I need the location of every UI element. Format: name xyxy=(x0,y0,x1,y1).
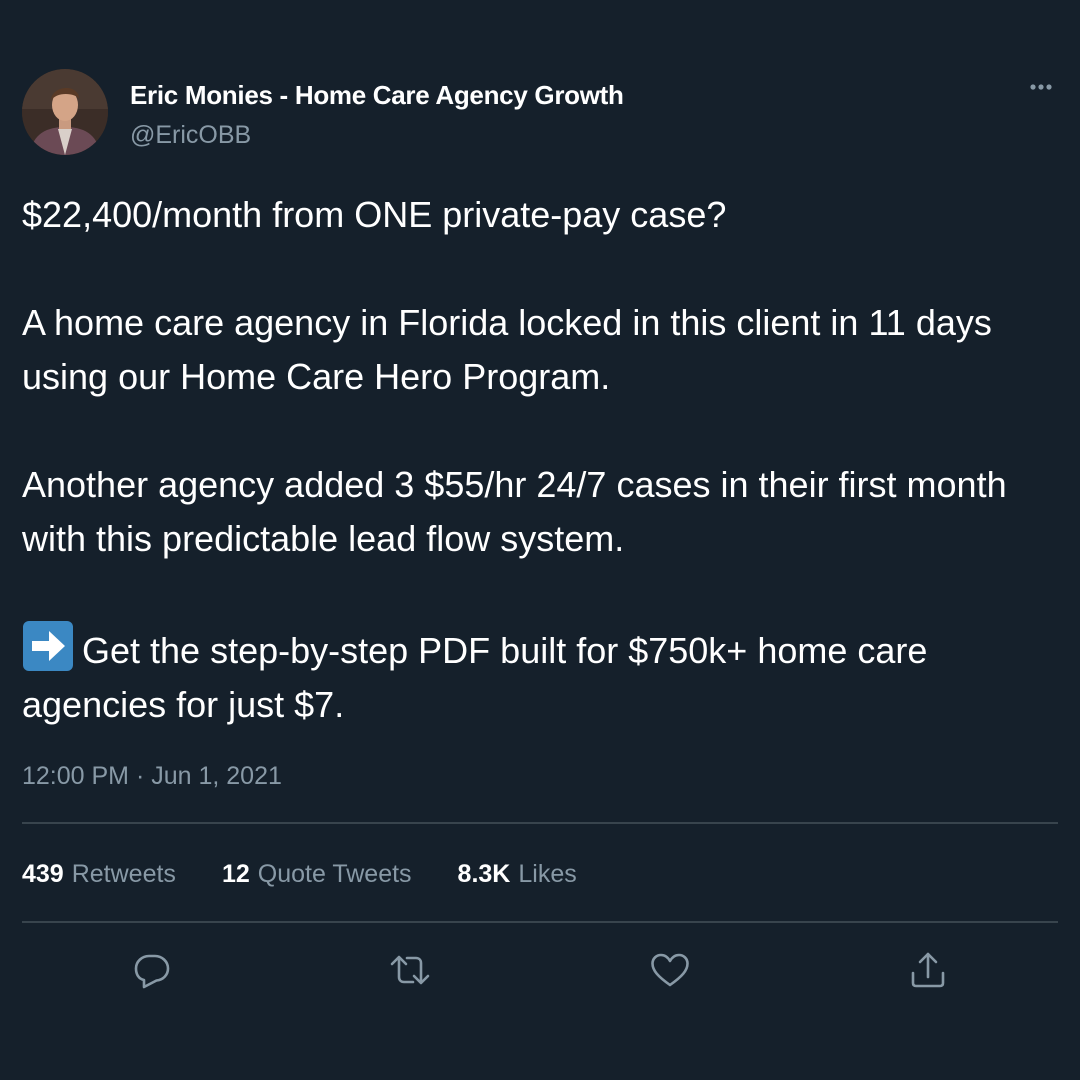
share-button[interactable] xyxy=(906,948,950,992)
quote-tweets-label: Quote Tweets xyxy=(257,860,412,888)
heart-icon xyxy=(651,953,689,987)
more-options-button[interactable] xyxy=(1020,72,1060,102)
divider xyxy=(22,921,1058,923)
right-arrow-emoji-icon xyxy=(23,621,73,671)
quote-tweets-stat[interactable]: 12 Quote Tweets xyxy=(222,860,412,889)
retweet-icon xyxy=(390,955,430,985)
likes-count: 8.3K xyxy=(457,860,511,888)
retweets-label: Retweets xyxy=(71,860,176,888)
reply-button[interactable] xyxy=(130,948,174,992)
share-icon xyxy=(911,952,945,988)
tweet-cta: Get the step-by-step PDF built for $750k… xyxy=(22,620,1062,732)
ellipsis-icon xyxy=(1030,84,1052,90)
reply-icon xyxy=(134,954,170,989)
quote-tweets-count: 12 xyxy=(221,860,250,888)
profile-photo-icon xyxy=(22,69,108,155)
retweets-stat[interactable]: 439 Retweets xyxy=(22,860,176,889)
avatar[interactable] xyxy=(22,69,108,155)
tweet-paragraph: Another agency added 3 $55/hr 24/7 cases… xyxy=(22,464,1007,559)
author-name[interactable]: Eric Monies - Home Care Agency Growth xyxy=(130,80,624,111)
engagement-stats: 439 Retweets 12 Quote Tweets 8.3K Likes xyxy=(22,860,577,889)
tweet-text: $22,400/month from ONE private-pay case?… xyxy=(22,188,1062,732)
tweet-detail: Eric Monies - Home Care Agency Growth @E… xyxy=(0,0,1080,1080)
retweet-button[interactable] xyxy=(388,948,432,992)
divider xyxy=(22,822,1058,824)
cta-text: Get the step-by-step PDF built for $750k… xyxy=(22,630,928,725)
retweets-count: 439 xyxy=(22,860,64,888)
likes-label: Likes xyxy=(518,860,577,888)
author-handle[interactable]: @EricOBB xyxy=(130,121,251,150)
timestamp[interactable]: 12:00 PM · Jun 1, 2021 xyxy=(22,762,282,791)
like-button[interactable] xyxy=(648,948,692,992)
tweet-paragraph: A home care agency in Florida locked in … xyxy=(22,302,992,397)
tweet-paragraph: $22,400/month from ONE private-pay case? xyxy=(22,194,727,235)
likes-stat[interactable]: 8.3K Likes xyxy=(458,860,577,889)
